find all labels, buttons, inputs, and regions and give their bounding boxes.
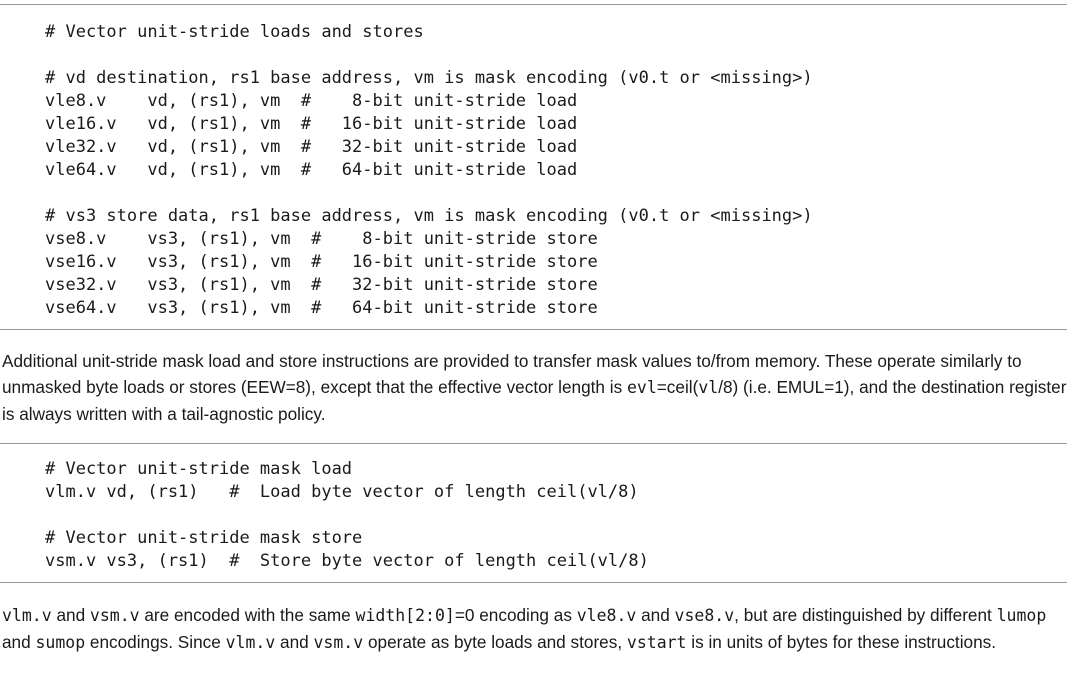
code-block-mask: # Vector unit-stride mask load vlm.v vd,… (0, 444, 1067, 573)
inline-code: vstart (626, 633, 687, 652)
code-line: # Vector unit-stride loads and stores (45, 22, 424, 42)
text-span: encodings. Since (85, 632, 226, 652)
text-span: , but are distinguished by different (734, 605, 997, 625)
text-span: =0 encoding as (454, 605, 577, 625)
text-span: operate as byte loads and stores, (363, 632, 627, 652)
inline-code: vlm.v (2, 606, 52, 625)
inline-code: vse8.v (674, 606, 735, 625)
code-line: vle8.v vd, (rs1), vm # 8-bit unit-stride… (45, 91, 578, 111)
code-line: # vd destination, rs1 base address, vm i… (45, 68, 813, 88)
inline-code: evl (626, 378, 657, 397)
code-line: vse32.v vs3, (rs1), vm # 32-bit unit-str… (45, 275, 598, 295)
inline-code: sumop (35, 633, 86, 652)
text-span: =ceil( (656, 377, 699, 397)
inline-code: vle8.v (576, 606, 637, 625)
inline-code: vlm.v (225, 633, 276, 652)
text-span: and (275, 632, 314, 652)
code-line: vse64.v vs3, (rs1), vm # 64-bit unit-str… (45, 298, 598, 318)
code-line: vle16.v vd, (rs1), vm # 16-bit unit-stri… (45, 114, 578, 134)
code-line: vse16.v vs3, (rs1), vm # 16-bit unit-str… (45, 252, 598, 272)
code-listing-unit-stride: # Vector unit-stride loads and stores # … (0, 4, 1067, 330)
inline-code: width[2:0] (355, 606, 455, 625)
document-page: # Vector unit-stride loads and stores # … (0, 0, 1077, 693)
code-line: # Vector unit-stride mask store (45, 528, 363, 548)
code-block-unit-stride: # Vector unit-stride loads and stores # … (0, 5, 1067, 320)
code-line: # Vector unit-stride mask load (45, 459, 353, 479)
text-span: and (51, 605, 90, 625)
text-span: and (636, 605, 675, 625)
paragraph-encoding: vlm.v and vsm.v are encoded with the sam… (2, 602, 1070, 656)
inline-code: lumop (996, 606, 1047, 625)
code-line: vlm.v vd, (rs1) # Load byte vector of le… (45, 482, 639, 502)
text-span: are encoded with the same (139, 605, 356, 625)
code-line: # vs3 store data, rs1 base address, vm i… (45, 206, 813, 226)
code-listing-mask: # Vector unit-stride mask load vlm.v vd,… (0, 443, 1067, 583)
inline-code: vl (698, 378, 719, 397)
text-span: is in units of bytes for these instructi… (686, 632, 997, 652)
code-line: vle64.v vd, (rs1), vm # 64-bit unit-stri… (45, 160, 578, 180)
code-line: vse8.v vs3, (rs1), vm # 8-bit unit-strid… (45, 229, 598, 249)
text-span: and (2, 632, 36, 652)
code-line: vle32.v vd, (rs1), vm # 32-bit unit-stri… (45, 137, 578, 157)
code-line: vsm.v vs3, (rs1) # Store byte vector of … (45, 551, 649, 571)
paragraph-mask-load-store: Additional unit-stride mask load and sto… (2, 348, 1070, 427)
inline-code: vsm.v (313, 633, 364, 652)
inline-code: vsm.v (89, 606, 140, 625)
